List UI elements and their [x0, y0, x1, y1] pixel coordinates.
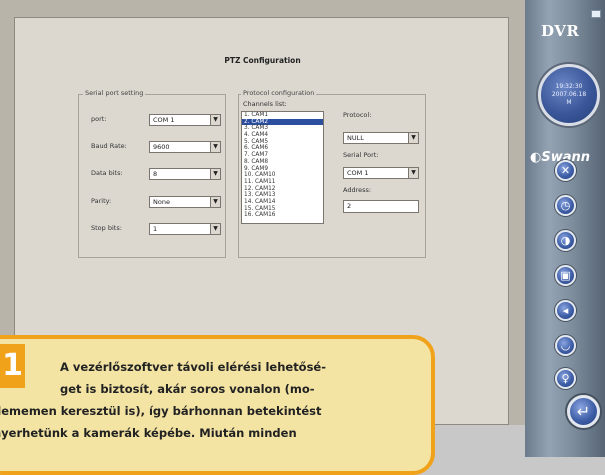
- dialog-title: PTZ Configuration: [224, 56, 301, 65]
- channel-item[interactable]: 11. CAM11: [242, 179, 323, 186]
- dropdown-arrow-icon[interactable]: ▼: [210, 197, 220, 207]
- channels-list[interactable]: 1. CAM1 2. CAM2 3. CAM3 4. CAM4 5. CAM5 6. CA…: [241, 111, 324, 224]
- parity-label: Parity:: [91, 197, 112, 205]
- channel-item[interactable]: 8. CAM8: [242, 159, 323, 166]
- protocol-legend: Protocol configuration: [241, 89, 317, 97]
- stop-bits-select[interactable]: 1 ▼: [149, 223, 221, 235]
- channel-item[interactable]: 6. CAM6: [242, 145, 323, 152]
- caption-line-1: A vezérlőszoftver távoli elérési lehetős…: [60, 360, 327, 374]
- caption-line-3: dememen keresztül is), így bárhonnan bet…: [0, 404, 322, 418]
- channel-item[interactable]: 4. CAM4: [242, 132, 323, 139]
- serial-port-legend: Serial port setting: [83, 89, 146, 97]
- dropdown-arrow-icon[interactable]: ▼: [408, 168, 418, 178]
- serial-port-select[interactable]: COM 1 ▼: [343, 167, 419, 179]
- brand-mark-icon: ◐: [530, 150, 542, 165]
- parity-select[interactable]: None ▼: [149, 196, 221, 208]
- channel-item[interactable]: 14. CAM14: [242, 199, 323, 206]
- dvr-logo: DVR: [541, 22, 580, 40]
- baud-rate-label: Baud Rate:: [91, 142, 127, 150]
- screen-icon[interactable]: ▣: [555, 265, 576, 286]
- clock-icon[interactable]: ◷: [555, 195, 576, 216]
- serial-port-label: Serial Port:: [343, 151, 379, 159]
- caption-line-2: get is biztosít, akár soros vonalon (mo-: [60, 382, 315, 396]
- caption-number: 1: [0, 344, 25, 388]
- protocol-label: Protocol:: [343, 111, 372, 119]
- channels-list-label: Channels list:: [243, 100, 287, 108]
- clock-day: M: [566, 99, 572, 106]
- channel-item[interactable]: 3. CAM3: [242, 125, 323, 132]
- minimize-icon[interactable]: [591, 10, 601, 18]
- clock-display: 19:32:30 2007.06.18 M: [538, 64, 600, 126]
- baud-rate-select[interactable]: 9600 ▼: [149, 141, 221, 153]
- ptz-icon[interactable]: ◡: [555, 335, 576, 356]
- return-arrow-icon[interactable]: ↵: [567, 395, 600, 428]
- channel-item[interactable]: 16. CAM16: [242, 212, 323, 219]
- stop-bits-label: Stop bits:: [91, 224, 122, 232]
- dropdown-arrow-icon[interactable]: ▼: [210, 169, 220, 179]
- channel-item[interactable]: 7. CAM7: [242, 152, 323, 159]
- channel-item[interactable]: 5. CAM5: [242, 139, 323, 146]
- clock-time: 19:32:30: [555, 83, 583, 90]
- channel-item[interactable]: 1. CAM1: [242, 112, 323, 119]
- channel-item[interactable]: 12. CAM12: [242, 186, 323, 193]
- contrast-icon[interactable]: ◑: [555, 230, 576, 251]
- dropdown-arrow-icon[interactable]: ▼: [408, 133, 418, 143]
- data-bits-label: Data bits:: [91, 169, 123, 177]
- dropdown-arrow-icon[interactable]: ▼: [210, 142, 220, 152]
- channel-item[interactable]: 13. CAM13: [242, 192, 323, 199]
- dropdown-arrow-icon[interactable]: ▼: [210, 224, 220, 234]
- protocol-select[interactable]: NULL ▼: [343, 132, 419, 144]
- channel-item[interactable]: 9. CAM9: [242, 166, 323, 173]
- channel-item[interactable]: 15. CAM15: [242, 206, 323, 213]
- tools-icon[interactable]: ✕: [555, 160, 576, 181]
- dropdown-arrow-icon[interactable]: ▼: [210, 115, 220, 125]
- address-label: Address:: [343, 186, 372, 194]
- port-select[interactable]: COM 1 ▼: [149, 114, 221, 126]
- channel-item[interactable]: 10. CAM10: [242, 172, 323, 179]
- channel-item[interactable]: 2. CAM2: [242, 118, 323, 126]
- address-input[interactable]: 2: [343, 200, 419, 213]
- volume-icon[interactable]: ◂: [555, 300, 576, 321]
- key-icon[interactable]: ♀: [555, 368, 576, 389]
- port-label: port:: [91, 115, 107, 123]
- caption-line-4: nyerhetünk a kamerák képébe. Miután mind…: [0, 426, 297, 440]
- data-bits-select[interactable]: 8 ▼: [149, 168, 221, 180]
- clock-date: 2007.06.18: [551, 91, 587, 98]
